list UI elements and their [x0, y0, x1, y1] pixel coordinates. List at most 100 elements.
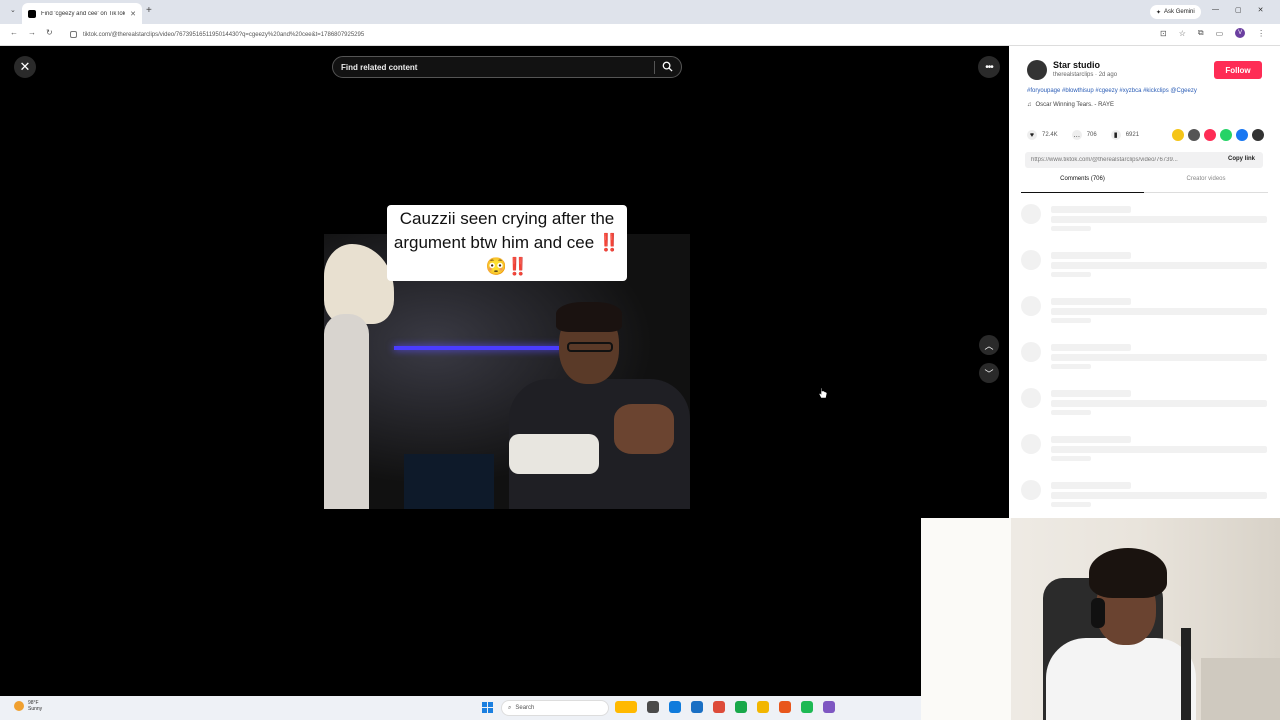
forward-icon[interactable]: → [28, 28, 36, 37]
weather-widget[interactable]: 98°F Sunny [14, 700, 42, 712]
streamer-hair [1089, 548, 1167, 598]
extension-icons: ⊡ ☆ ⧉ ▭ V ⋮ [1160, 28, 1265, 38]
browser-tab[interactable]: Find 'cgeezy and cee' on TikTok ✕ [22, 3, 142, 24]
car-ambient-lights [394, 346, 564, 350]
chevron-down-icon[interactable]: ﹀ [979, 363, 999, 383]
creator-name[interactable]: Star studio [1053, 60, 1100, 70]
facebook-share-icon[interactable] [1236, 129, 1248, 141]
taskbar-app-icon[interactable] [735, 701, 747, 713]
taskbar-app-icon[interactable] [691, 701, 703, 713]
creator-avatar[interactable] [1027, 60, 1047, 80]
embed-share-icon[interactable] [1172, 129, 1184, 141]
share-icons [1172, 129, 1264, 141]
maximize-icon[interactable]: ▢ [1235, 6, 1242, 14]
code-share-icon[interactable] [1188, 129, 1200, 141]
taskbar-apps [615, 701, 835, 713]
menu-icon[interactable]: ⋮ [1257, 29, 1265, 38]
hand-cursor-icon [818, 387, 828, 399]
comment-skeleton [1021, 342, 1269, 382]
creator-handle[interactable]: therealstarclips [1053, 72, 1093, 78]
save-button[interactable]: ▮ 6921 [1110, 130, 1140, 140]
woman-hair [324, 244, 394, 324]
close-window-icon[interactable]: ✕ [1258, 6, 1264, 14]
taskbar-app-icon[interactable] [647, 701, 659, 713]
comment-button[interactable]: … 706 [1071, 130, 1097, 140]
tab-creator-videos[interactable]: Creator videos [1144, 176, 1268, 193]
webcam-desk [1201, 658, 1280, 720]
search-input[interactable]: Find related content [332, 56, 682, 78]
url-field[interactable]: tiktok.com/@therealstarclips/video/76739… [70, 27, 1150, 42]
reload-icon[interactable]: ↻ [46, 28, 53, 37]
comment-count: 706 [1086, 132, 1097, 138]
post-date: 2d ago [1098, 72, 1118, 78]
site-info-icon[interactable] [70, 31, 77, 38]
search-divider [654, 61, 655, 74]
weather-condition: Sunny [28, 706, 43, 712]
back-icon[interactable]: ← [10, 28, 18, 37]
tiktok-favicon-icon [28, 9, 36, 18]
taskbar-app-icon[interactable] [779, 701, 791, 713]
taskbar-search-label: Search [515, 705, 535, 711]
tab-comments[interactable]: Comments (706) [1021, 176, 1144, 193]
taskbar-app-icon[interactable] [713, 701, 725, 713]
webcam-overlay [921, 518, 1280, 720]
ask-gemini-label: Ask Gemini [1164, 9, 1195, 15]
comment-skeleton [1021, 250, 1269, 290]
taskbar-app-icon[interactable] [801, 701, 813, 713]
music-note-icon: ♫ [1027, 102, 1032, 108]
bookmark-star-icon[interactable]: ☆ [1179, 29, 1186, 38]
windows-start-icon[interactable] [482, 702, 493, 713]
search-icon[interactable] [662, 61, 673, 74]
tab-list-icon[interactable]: ⌄ [10, 6, 16, 14]
share-link-box[interactable]: https://www.tiktok.com/@therealstarclips… [1025, 152, 1263, 168]
save-count: 6921 [1125, 132, 1140, 138]
whatsapp-share-icon[interactable] [1220, 129, 1232, 141]
nav-buttons: ← → ↻ [10, 28, 53, 37]
hashtags[interactable]: #foryoupage #blowthisup #cgeezy #xyzbca … [1027, 88, 1267, 94]
taskbar-app-icon[interactable] [757, 701, 769, 713]
webcam-door [921, 518, 1011, 720]
sidepanel-icon[interactable]: ▭ [1216, 29, 1224, 38]
bookmark-icon: ▮ [1110, 130, 1121, 140]
more-icon[interactable]: ••• [978, 56, 1000, 78]
taskbar-app-icon[interactable] [823, 701, 835, 713]
comment-skeleton [1021, 434, 1269, 474]
tab-title: Find 'cgeezy and cee' on TikTok [41, 10, 126, 17]
window-controls: — ▢ ✕ [1212, 6, 1264, 14]
man-glasses [567, 342, 613, 352]
close-icon[interactable]: ✕ [14, 56, 36, 78]
comment-icon: … [1071, 130, 1082, 140]
extensions-icon[interactable]: ⧉ [1198, 28, 1204, 38]
minimize-icon[interactable]: — [1212, 6, 1219, 14]
comment-skeleton [1021, 204, 1269, 244]
copy-link-button[interactable]: Copy link [1228, 156, 1255, 162]
more-share-icon[interactable] [1252, 129, 1264, 141]
close-tab-icon[interactable]: ✕ [130, 10, 136, 18]
microphone-arm [1181, 628, 1191, 720]
new-tab-button[interactable]: + [146, 5, 152, 16]
share-link-url: https://www.tiktok.com/@therealstarclips… [1031, 157, 1178, 163]
search-placeholder: Find related content [341, 62, 418, 72]
music-info[interactable]: ♫ Oscar Winning Tears. - RAYE [1027, 102, 1114, 108]
comment-skeleton [1021, 296, 1269, 336]
url-text: tiktok.com/@therealstarclips/video/76739… [83, 31, 365, 38]
like-button[interactable]: ♥ 72.4K [1027, 130, 1058, 140]
install-icon[interactable]: ⊡ [1160, 29, 1167, 38]
profile-avatar[interactable]: V [1235, 28, 1246, 38]
taskbar-search[interactable]: ⌕ Search [501, 700, 609, 716]
music-title: Oscar Winning Tears. - RAYE [1035, 102, 1114, 108]
creator-meta: therealstarclips · 2d ago [1053, 72, 1118, 78]
sun-icon [14, 701, 24, 711]
send-share-icon[interactable] [1204, 129, 1216, 141]
man-hair [556, 302, 622, 332]
chevron-up-icon[interactable]: ︿ [979, 335, 999, 355]
comment-skeleton [1021, 388, 1269, 428]
follow-button[interactable]: Follow [1214, 61, 1262, 79]
headset [1091, 598, 1105, 628]
heart-icon: ♥ [1027, 130, 1037, 140]
ask-gemini-button[interactable]: ✦ Ask Gemini [1150, 5, 1201, 19]
taskbar-app-icon[interactable] [669, 701, 681, 713]
taskbar-app-icon[interactable] [615, 701, 637, 713]
car-console [404, 454, 494, 509]
streamer-body [1046, 638, 1196, 720]
